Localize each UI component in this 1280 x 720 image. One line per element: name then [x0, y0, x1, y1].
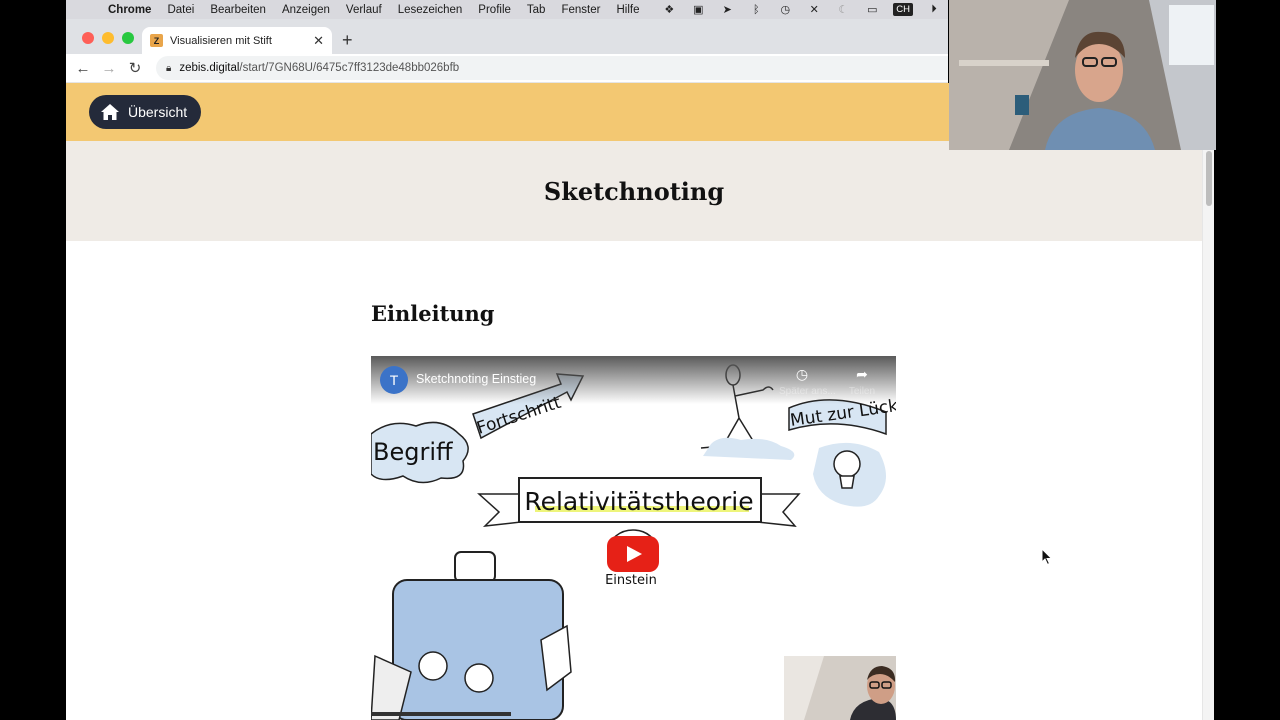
watch-later-button[interactable]: ◷ Später ans... [779, 366, 836, 397]
title-band: Sketchnoting [66, 141, 1202, 241]
menu-datei[interactable]: Datei [167, 4, 194, 16]
url-path: /start/7GN68U/6475c7ff3123de48bb026bfb [239, 62, 460, 74]
input-source-badge[interactable]: CH [893, 3, 913, 16]
sketch-word-begriff: Begriff [373, 438, 453, 466]
url-host: zebis.digital [179, 62, 240, 74]
tab-close-icon[interactable]: ✕ [313, 33, 324, 49]
send-icon[interactable]: ➤ [719, 3, 735, 16]
clock-icon: ◷ [795, 366, 809, 382]
page-title: Sketchnoting [543, 176, 725, 206]
menu-bar-status-area: ❖ ▣ ➤ ᛒ ◷ ✕ ☾ ▭ CH ⏵ [661, 0, 942, 19]
new-tab-icon[interactable]: + [342, 30, 353, 51]
play-circle-icon[interactable]: ⏵ [926, 3, 942, 16]
sketch-word-relativitaetstheorie: Relativitätstheorie [524, 487, 753, 516]
minimize-window-icon[interactable] [102, 32, 114, 44]
overview-button[interactable]: Übersicht [89, 95, 202, 129]
macos-menu-bar: Chrome Datei Bearbeiten Anzeigen Verlauf… [66, 0, 948, 19]
menu-lesezeichen[interactable]: Lesezeichen [398, 4, 463, 16]
tab-strip: Z Visualisieren mit Stift ✕ + [66, 19, 948, 54]
page-scrollbar[interactable] [1202, 141, 1214, 720]
mute-icon[interactable]: ✕ [806, 3, 822, 16]
menu-tab[interactable]: Tab [527, 4, 546, 16]
menu-profile[interactable]: Profile [478, 4, 511, 16]
moon-icon[interactable]: ☾ [835, 3, 851, 16]
scrollbar-thumb[interactable] [1206, 151, 1212, 206]
watch-later-label: Später ans... [779, 386, 836, 397]
lock-icon[interactable]: 🔒︎ [166, 63, 171, 74]
mouse-cursor-icon [1041, 548, 1053, 566]
screens-icon[interactable]: ▣ [690, 3, 706, 16]
time-machine-icon[interactable]: ◷ [777, 3, 793, 16]
close-window-icon[interactable] [82, 32, 94, 44]
section-heading: Einleitung [371, 301, 495, 326]
dropbox-icon[interactable]: ❖ [661, 3, 677, 16]
zoom-window-icon[interactable] [122, 32, 134, 44]
zebis-favicon: Z [150, 34, 163, 47]
share-label: Teilen [848, 386, 876, 397]
bluetooth-icon[interactable]: ᛒ [748, 4, 764, 16]
browser-toolbar: ← → ↻ 🔒︎ zebis.digital/start/7GN68U/6475… [66, 54, 948, 83]
forward-icon[interactable]: → [96, 60, 122, 77]
share-arrow-icon: ➦ [856, 366, 868, 382]
sketch-word-einstein: Einstein [605, 573, 657, 588]
video-presenter-thumbnail [784, 656, 896, 720]
video-progress-bar[interactable] [371, 712, 511, 716]
overview-label: Übersicht [128, 104, 188, 120]
youtube-play-button[interactable] [607, 536, 659, 572]
tab-title: Visualisieren mit Stift [170, 34, 272, 47]
channel-avatar[interactable]: T [380, 366, 408, 394]
menu-hilfe[interactable]: Hilfe [616, 4, 639, 16]
browser-tab[interactable]: Z Visualisieren mit Stift ✕ [142, 27, 332, 54]
menu-app-chrome[interactable]: Chrome [108, 4, 151, 16]
menu-fenster[interactable]: Fenster [561, 4, 600, 16]
menu-verlauf[interactable]: Verlauf [346, 4, 382, 16]
reload-icon[interactable]: ↻ [122, 59, 148, 77]
back-icon[interactable]: ← [70, 60, 96, 77]
presenter-webcam [949, 0, 1216, 150]
home-icon [101, 104, 119, 120]
window-controls [82, 32, 134, 44]
address-bar[interactable]: 🔒︎ zebis.digital/start/7GN68U/6475c7ff31… [156, 56, 948, 80]
video-title[interactable]: Sketchnoting Einstieg [416, 372, 536, 386]
menu-bearbeiten[interactable]: Bearbeiten [210, 4, 266, 16]
display-icon[interactable]: ▭ [864, 3, 880, 16]
menu-anzeigen[interactable]: Anzeigen [282, 4, 330, 16]
web-page: Übersicht Sketchnoting Einleitung Begrif… [66, 83, 1214, 720]
share-button[interactable]: ➦ Teilen [839, 366, 885, 397]
